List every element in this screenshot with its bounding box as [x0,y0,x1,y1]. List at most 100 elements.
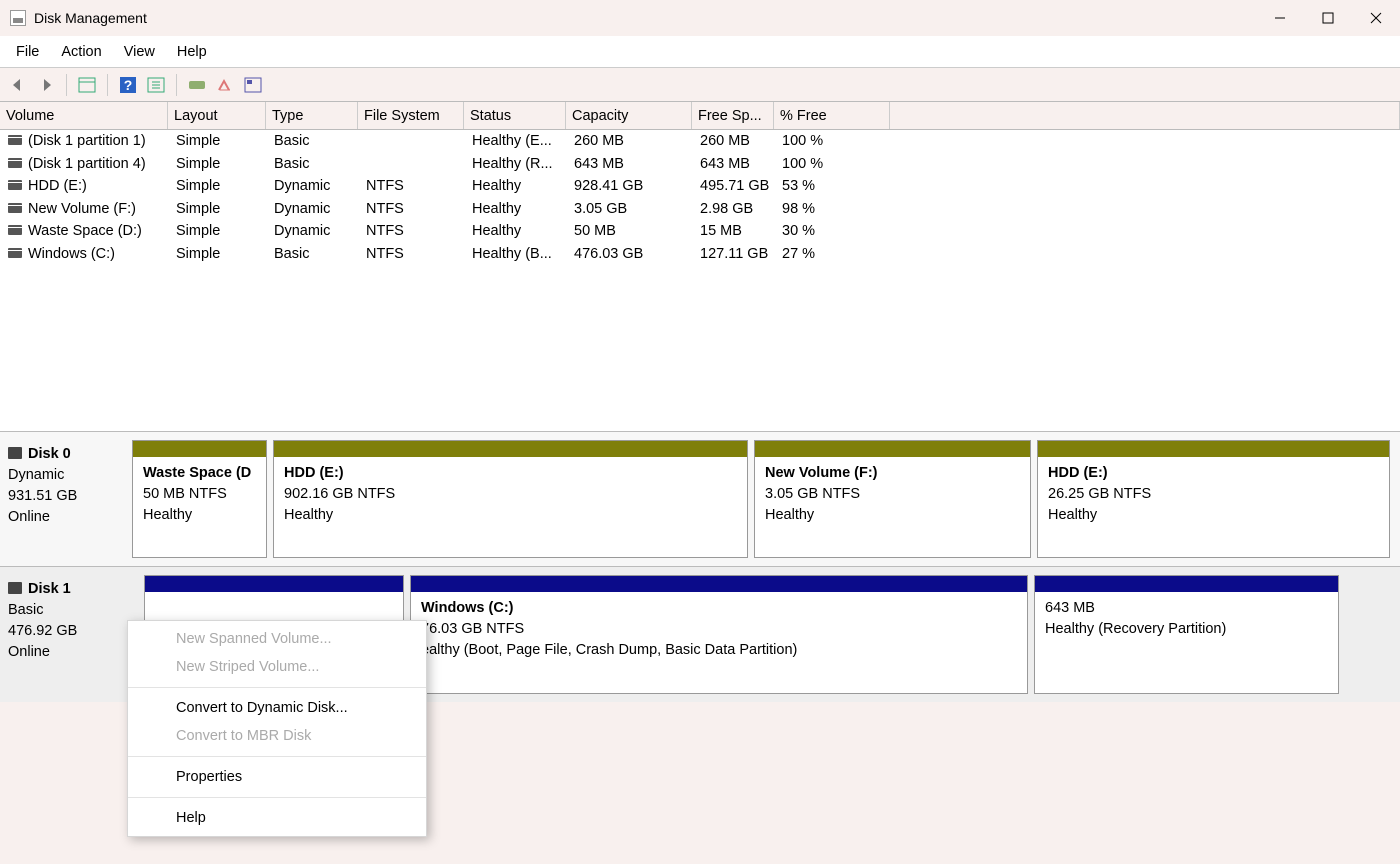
menu-help[interactable]: Help [167,40,217,64]
partition-box[interactable]: 643 MBHealthy (Recovery Partition) [1034,575,1339,694]
partition-bar [411,576,1027,592]
ctx-sep [128,756,426,757]
ctx-convert-mbr: Convert to MBR Disk [128,722,426,750]
svg-text:?: ? [124,77,133,93]
volume-capacity: 50 MB [570,223,696,239]
close-button[interactable] [1352,0,1400,36]
forward-button[interactable] [34,73,58,97]
volume-pct: 100 % [778,156,894,172]
menu-action[interactable]: Action [51,40,111,64]
minimize-button[interactable] [1256,0,1304,36]
col-spacer [890,102,1400,129]
volume-list[interactable]: Volume Layout Type File System Status Ca… [0,102,1400,432]
volume-icon [8,135,22,145]
volume-capacity: 928.41 GB [570,178,696,194]
menu-file[interactable]: File [6,40,49,64]
volume-status: Healthy [468,223,570,239]
volume-type: Dynamic [270,178,362,194]
toolbar-sep [66,74,67,96]
context-menu: New Spanned Volume... New Striped Volume… [127,620,427,837]
settings-button[interactable] [241,73,265,97]
volume-status: Healthy (R... [468,156,570,172]
volume-row[interactable]: (Disk 1 partition 4)SimpleBasicHealthy (… [0,153,1400,176]
col-type[interactable]: Type [266,102,358,129]
disk1-size: 476.92 GB [8,621,138,642]
partition-box[interactable]: Windows (C:)76.03 GB NTFSealthy (Boot, P… [410,575,1028,694]
volume-capacity: 476.03 GB [570,246,696,262]
volume-fs: NTFS [362,201,468,217]
volume-free: 127.11 GB [696,246,778,262]
volume-layout: Simple [172,223,270,239]
partition-name: HDD (E:) [284,463,737,484]
volume-capacity: 3.05 GB [570,201,696,217]
partition-box[interactable]: HDD (E:)902.16 GB NTFSHealthy [273,440,748,558]
partition-status: Healthy [765,505,1020,526]
volume-row[interactable]: Waste Space (D:)SimpleDynamicNTFSHealthy… [0,220,1400,243]
volume-type: Basic [270,246,362,262]
col-pct-free[interactable]: % Free [774,102,890,129]
volume-name: (Disk 1 partition 1) [28,133,146,149]
disk0-status: Online [8,507,126,528]
ctx-help[interactable]: Help [128,804,426,832]
col-free[interactable]: Free Sp... [692,102,774,129]
disk-icon [8,447,22,459]
volume-list-header: Volume Layout Type File System Status Ca… [0,102,1400,130]
volume-name: (Disk 1 partition 4) [28,156,146,172]
disk1-info[interactable]: Disk 1 Basic 476.92 GB Online [8,575,138,694]
volume-row[interactable]: (Disk 1 partition 1)SimpleBasicHealthy (… [0,130,1400,153]
menu-view[interactable]: View [114,40,165,64]
col-capacity[interactable]: Capacity [566,102,692,129]
disk0-size: 931.51 GB [8,486,126,507]
volume-layout: Simple [172,133,270,149]
maximize-button[interactable] [1304,0,1352,36]
col-layout[interactable]: Layout [168,102,266,129]
volume-type: Dynamic [270,201,362,217]
partition-status: ealthy (Boot, Page File, Crash Dump, Bas… [421,640,1017,661]
volume-status: Healthy [468,201,570,217]
partition-box[interactable]: HDD (E:)26.25 GB NTFSHealthy [1037,440,1390,558]
disk0-type: Dynamic [8,465,126,486]
ctx-convert-dynamic[interactable]: Convert to Dynamic Disk... [128,694,426,722]
volume-row[interactable]: New Volume (F:)SimpleDynamicNTFSHealthy3… [0,198,1400,221]
volume-pct: 30 % [778,223,894,239]
volume-type: Basic [270,156,362,172]
volume-row[interactable]: Windows (C:)SimpleBasicNTFSHealthy (B...… [0,243,1400,266]
partition-name: New Volume (F:) [765,463,1020,484]
volume-name: Waste Space (D:) [28,223,142,239]
disk0-info[interactable]: Disk 0 Dynamic 931.51 GB Online [8,440,126,558]
partition-size: 3.05 GB NTFS [765,484,1020,505]
disk-row-0[interactable]: Disk 0 Dynamic 931.51 GB Online Waste Sp… [0,432,1400,567]
disk0-name: Disk 0 [28,446,71,462]
volume-row[interactable]: HDD (E:)SimpleDynamicNTFSHealthy928.41 G… [0,175,1400,198]
partition-box[interactable]: New Volume (F:)3.05 GB NTFSHealthy [754,440,1031,558]
volume-free: 495.71 GB [696,178,778,194]
col-status[interactable]: Status [464,102,566,129]
help-button[interactable]: ? [116,73,140,97]
volume-layout: Simple [172,246,270,262]
col-filesystem[interactable]: File System [358,102,464,129]
volume-status: Healthy [468,178,570,194]
back-button[interactable] [6,73,30,97]
volume-capacity: 260 MB [570,133,696,149]
col-volume[interactable]: Volume [0,102,168,129]
action-list-button[interactable] [144,73,168,97]
partition-size: 76.03 GB NTFS [421,619,1017,640]
volume-pct: 27 % [778,246,894,262]
partition-status: Healthy [1048,505,1379,526]
window-buttons [1256,0,1400,36]
partition-bar [1035,576,1338,592]
volume-icon [8,248,22,258]
partition-name: Waste Space (D [143,463,256,484]
partition-box[interactable]: Waste Space (D50 MB NTFSHealthy [132,440,267,558]
volume-free: 2.98 GB [696,201,778,217]
disk-list-view-button[interactable] [185,73,209,97]
ctx-properties[interactable]: Properties [128,763,426,791]
volume-free: 643 MB [696,156,778,172]
partition-size: 902.16 GB NTFS [284,484,737,505]
show-hide-console-button[interactable] [75,73,99,97]
graphical-view-button[interactable] [213,73,237,97]
volume-icon [8,158,22,168]
partition-bar [133,441,266,457]
volume-name: New Volume (F:) [28,201,136,217]
volume-pct: 98 % [778,201,894,217]
